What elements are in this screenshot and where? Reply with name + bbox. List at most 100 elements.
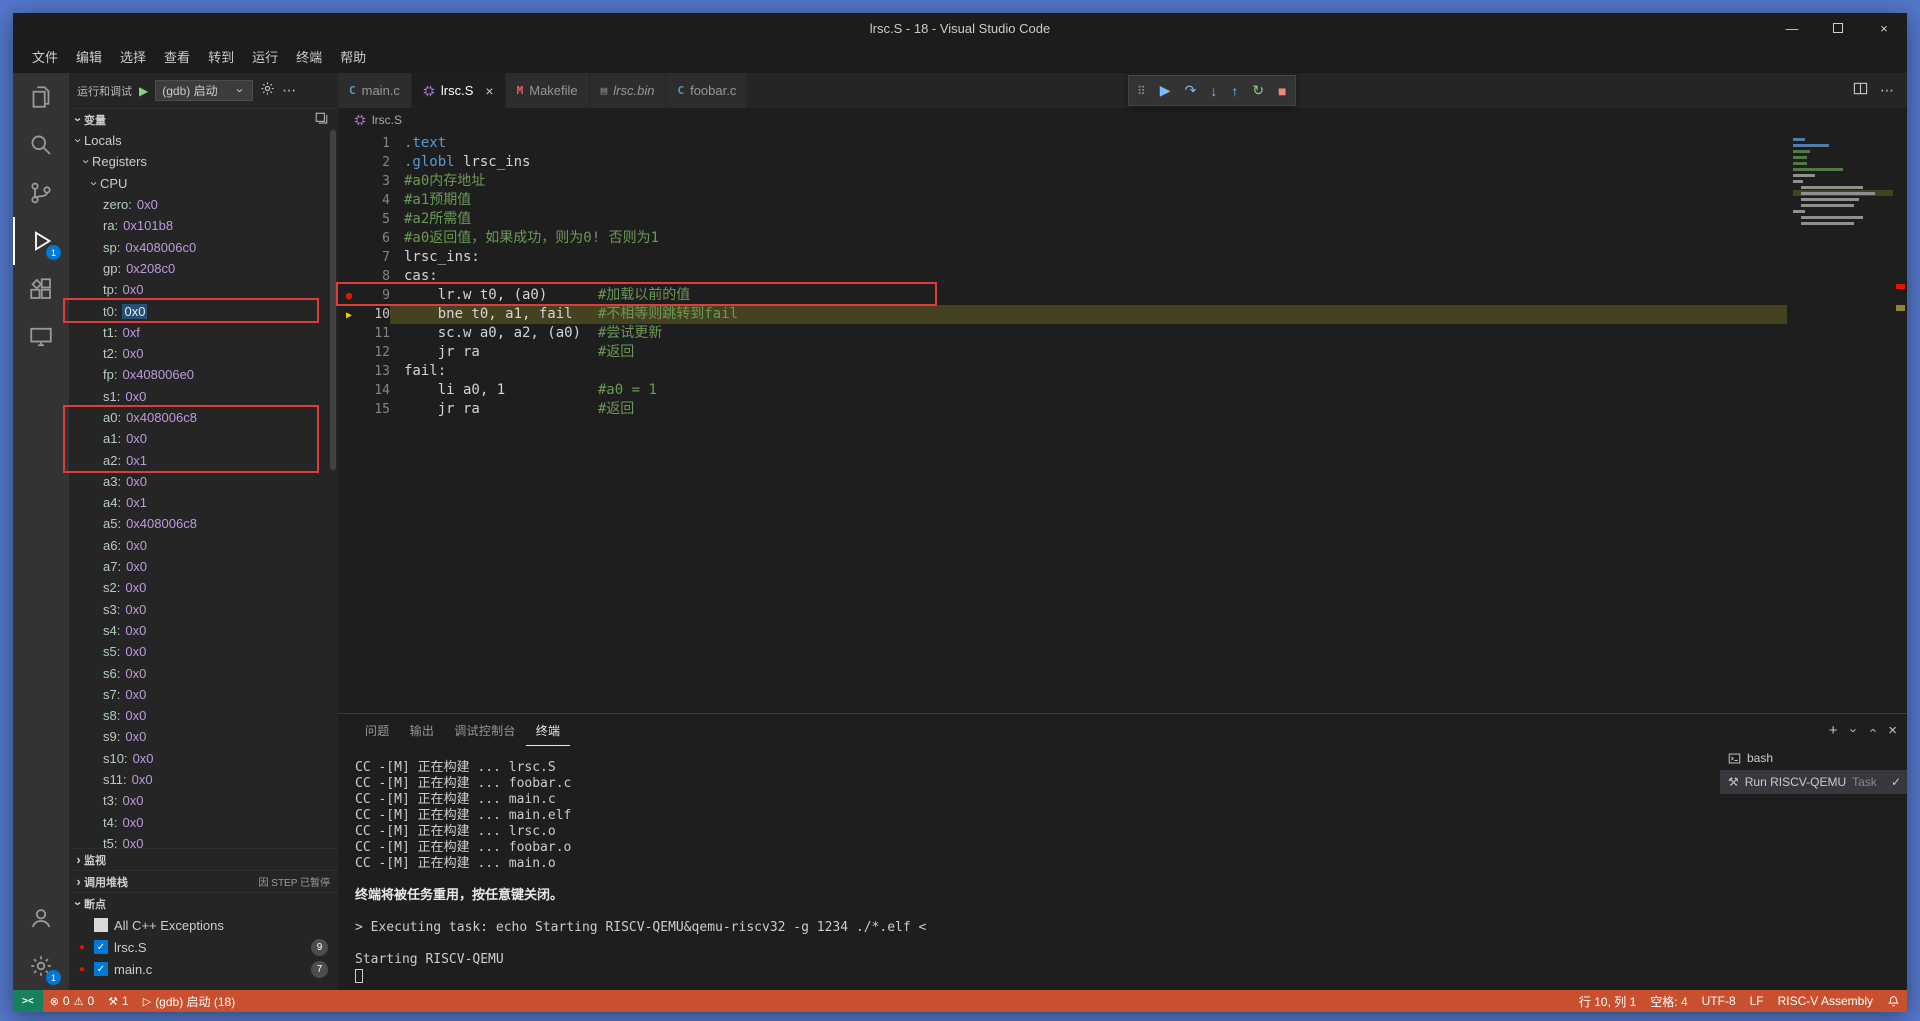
code-line-12[interactable]: 12 jr ra #返回: [338, 343, 1787, 362]
step-into-button[interactable]: ↓: [1210, 83, 1217, 99]
register-s10[interactable]: s10:0x0: [69, 748, 338, 769]
tab-foobar.c[interactable]: Cfoobar.c: [666, 73, 748, 108]
tab-lrsc.S[interactable]: lrsc.S×: [412, 73, 506, 108]
breakpoint-item-All C++ Exceptions[interactable]: ✓All C++ Exceptions: [69, 914, 338, 936]
register-s11[interactable]: s11:0x0: [69, 769, 338, 790]
close-panel-icon[interactable]: ×: [1888, 722, 1897, 739]
menu-item-文件[interactable]: 文件: [23, 47, 67, 69]
register-t4[interactable]: t4:0x0: [69, 812, 338, 833]
register-fp[interactable]: fp:0x408006e0: [69, 364, 338, 385]
gutter-margin[interactable]: [338, 362, 360, 381]
gutter-margin[interactable]: [338, 191, 360, 210]
register-s8[interactable]: s8:0x0: [69, 705, 338, 726]
menu-item-转到[interactable]: 转到: [199, 47, 243, 69]
encoding[interactable]: UTF-8: [1695, 990, 1743, 1012]
code-line-3[interactable]: 3#a0内存地址: [338, 172, 1787, 191]
gutter-margin[interactable]: [338, 134, 360, 153]
remote-indicator[interactable]: ><: [13, 990, 43, 1012]
tab-lrsc.bin[interactable]: ▤lrsc.bin: [590, 73, 667, 108]
register-a2[interactable]: a2:0x1: [69, 449, 338, 470]
register-tp[interactable]: tp:0x0: [69, 279, 338, 300]
register-sp[interactable]: sp:0x408006c0: [69, 236, 338, 257]
close-button[interactable]: ×: [1861, 13, 1907, 43]
restart-button[interactable]: ↻: [1252, 82, 1264, 99]
panel-tab-终端[interactable]: 终端: [526, 714, 571, 746]
variables-section-header[interactable]: › 变量: [69, 108, 338, 130]
account-icon[interactable]: [13, 894, 69, 942]
gutter-margin[interactable]: [338, 172, 360, 191]
register-a4[interactable]: a4:0x1: [69, 492, 338, 513]
minimap[interactable]: [1793, 136, 1893, 226]
remote-explorer-icon[interactable]: [13, 313, 69, 361]
register-s3[interactable]: s3:0x0: [69, 599, 338, 620]
overview-ruler[interactable]: [1893, 132, 1907, 713]
menu-item-运行[interactable]: 运行: [243, 47, 287, 69]
settings-gear-icon[interactable]: 1: [13, 942, 69, 990]
call-stack-section-header[interactable]: › 调用堆栈 因 STEP 已暂停: [69, 870, 338, 892]
menu-item-帮助[interactable]: 帮助: [331, 47, 375, 69]
gutter-margin[interactable]: [338, 153, 360, 172]
maximize-button[interactable]: [1815, 13, 1861, 43]
register-t3[interactable]: t3:0x0: [69, 790, 338, 811]
more-actions-icon[interactable]: ⋯: [1880, 82, 1895, 99]
gutter-margin[interactable]: [338, 248, 360, 267]
register-t5[interactable]: t5:0x0: [69, 833, 338, 848]
tree-group-CPU[interactable]: ›CPU: [69, 173, 338, 194]
register-s9[interactable]: s9:0x0: [69, 726, 338, 747]
tab-main.c[interactable]: Cmain.c: [338, 73, 412, 108]
code-line-6[interactable]: 6#a0返回值，如果成功，则为0! 否则为1: [338, 229, 1787, 248]
launch-config-dropdown[interactable]: (gdb) 启动 ›: [155, 80, 253, 101]
run-and-debug-icon[interactable]: 1: [13, 217, 69, 265]
cursor-position[interactable]: 行 10, 列 1: [1572, 990, 1643, 1012]
register-t1[interactable]: t1:0xf: [69, 322, 338, 343]
code-line-15[interactable]: 15 jr ra #返回: [338, 400, 1787, 419]
breakpoint-item-main.c[interactable]: ●✓main.c7: [69, 958, 338, 980]
step-over-button[interactable]: ↷: [1185, 82, 1197, 99]
gutter-margin[interactable]: ▶: [338, 305, 360, 324]
register-t0[interactable]: t0:0x0: [69, 300, 338, 321]
panel-tab-调试控制台[interactable]: 调试控制台: [444, 714, 526, 746]
register-a6[interactable]: a6:0x0: [69, 535, 338, 556]
code-line-9[interactable]: ●9 lr.w t0, (a0) #加载以前的值: [338, 286, 1787, 305]
configure-gear-icon[interactable]: [260, 81, 275, 101]
menu-item-编辑[interactable]: 编辑: [67, 47, 111, 69]
more-actions-icon[interactable]: ⋯: [282, 82, 297, 99]
register-a7[interactable]: a7:0x0: [69, 556, 338, 577]
panel-tab-问题[interactable]: 问题: [355, 714, 400, 746]
tree-group-Registers[interactable]: ›Registers: [69, 151, 338, 172]
code-line-13[interactable]: 13fail:: [338, 362, 1787, 381]
gutter-margin[interactable]: [338, 343, 360, 362]
register-a0[interactable]: a0:0x408006c8: [69, 407, 338, 428]
code-line-5[interactable]: 5#a2所需值: [338, 210, 1787, 229]
register-t2[interactable]: t2:0x0: [69, 343, 338, 364]
tab-Makefile[interactable]: MMakefile: [506, 73, 590, 108]
register-s4[interactable]: s4:0x0: [69, 620, 338, 641]
gutter-margin[interactable]: ●: [338, 286, 360, 305]
notifications-bell[interactable]: [1880, 990, 1907, 1012]
terminal-list-item-Run RISCV-QEMU[interactable]: ⚒Run RISCV-QEMUTask✓: [1720, 770, 1907, 794]
register-a3[interactable]: a3:0x0: [69, 471, 338, 492]
register-s5[interactable]: s5:0x0: [69, 641, 338, 662]
new-terminal-icon[interactable]: +: [1829, 722, 1838, 739]
code-line-11[interactable]: 11 sc.w a0, a2, (a0) #尝试更新: [338, 324, 1787, 343]
register-zero[interactable]: zero:0x0: [69, 194, 338, 215]
breakpoints-section-header[interactable]: › 断点: [69, 892, 338, 914]
close-tab-icon[interactable]: ×: [485, 83, 493, 99]
explorer-icon[interactable]: [13, 73, 69, 121]
code-editor[interactable]: 1.text2.globl lrsc_ins3#a0内存地址4#a1预期值5#a…: [338, 132, 1907, 713]
breakpoint-checkbox[interactable]: ✓: [94, 940, 108, 954]
register-a5[interactable]: a5:0x408006c8: [69, 513, 338, 534]
eol-sequence[interactable]: LF: [1743, 990, 1771, 1012]
gutter-margin[interactable]: [338, 400, 360, 419]
register-gp[interactable]: gp:0x208c0: [69, 258, 338, 279]
breadcrumb[interactable]: lrsc.S: [338, 108, 1907, 132]
breakpoint-checkbox[interactable]: ✓: [94, 962, 108, 976]
open-panel-icon[interactable]: [315, 112, 328, 128]
gutter-margin[interactable]: [338, 229, 360, 248]
maximize-panel-icon[interactable]: ›: [1865, 728, 1880, 732]
register-s1[interactable]: s1:0x0: [69, 386, 338, 407]
code-line-8[interactable]: 8cas:: [338, 267, 1787, 286]
gutter-margin[interactable]: [338, 324, 360, 343]
code-line-7[interactable]: 7lrsc_ins:: [338, 248, 1787, 267]
register-s7[interactable]: s7:0x0: [69, 684, 338, 705]
